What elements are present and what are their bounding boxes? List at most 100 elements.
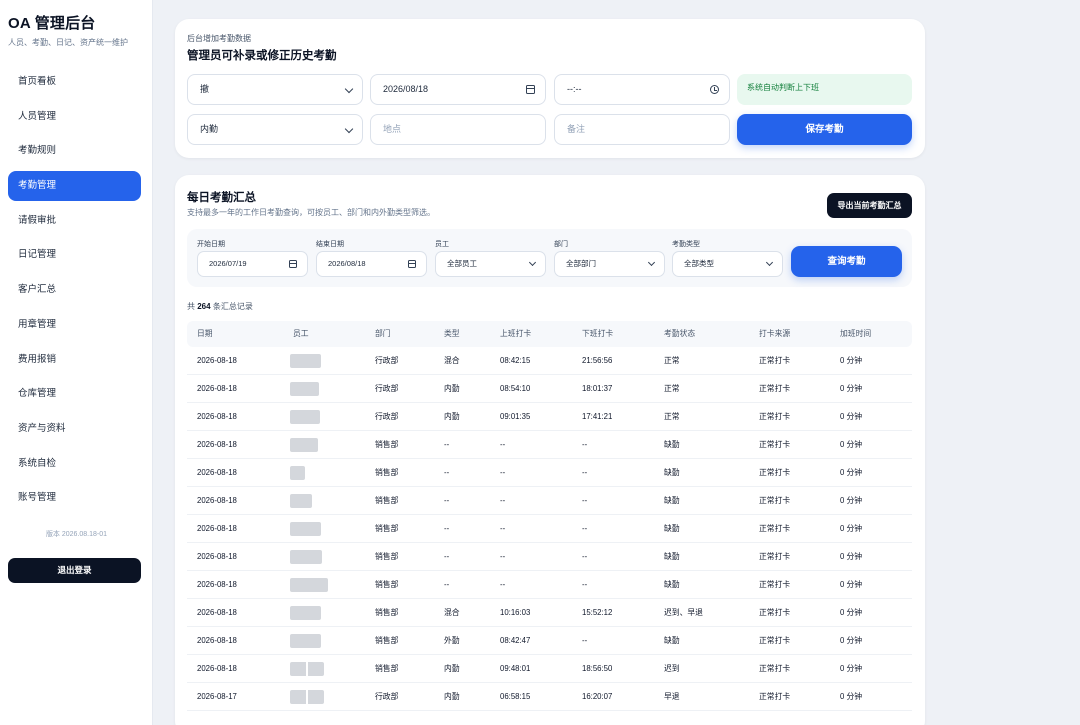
end-date-input[interactable]: 2026/08/18 (316, 251, 427, 277)
table-row[interactable]: 2026-08-18 销售部 内勤 09:48:01 18:56:50 迟到 正常打卡 0 分… (187, 655, 912, 683)
cell-ot: 0 分钟 (840, 496, 863, 505)
sidebar-item[interactable]: 账号管理 (8, 483, 141, 513)
sidebar-item[interactable]: 用章管理 (8, 310, 141, 340)
type-filter-select[interactable]: 全部类型 (672, 251, 783, 277)
table-row[interactable]: 2026-08-18 行政部 混合 08:42:15 21:56:56 正常 正常打卡 0 分… (187, 347, 912, 375)
location-input[interactable]: 地点 (370, 114, 546, 145)
table-row[interactable]: 2026-08-18 销售部 -- -- -- 缺勤 正常打卡 0 分钟 (187, 487, 912, 515)
cell-dept: 销售部 (375, 664, 399, 673)
cell-date: 2026-08-18 (197, 580, 237, 589)
cell-out: -- (582, 440, 588, 449)
record-type-select[interactable]: 撤 (187, 74, 363, 105)
cell-type: 外勤 (444, 636, 460, 645)
chevron-down-icon (647, 258, 656, 267)
table-row[interactable]: 2026-08-18 销售部 -- -- -- 缺勤 正常打卡 0 分钟 (187, 459, 912, 487)
filter-panel: 开始日期 2026/07/19 结束日期 2026/08/18 员工 全部员工 … (187, 229, 912, 287)
save-attendance-button[interactable]: 保存考勤 (737, 114, 912, 145)
table-row[interactable]: 2026-08-18 销售部 -- -- -- 缺勤 正常打卡 0 分钟 (187, 431, 912, 459)
sidebar-item[interactable]: 人员管理 (8, 102, 141, 132)
count-prefix: 共 (187, 302, 195, 311)
table-row[interactable]: 2026-08-18 销售部 混合 10:16:03 15:52:12 迟到、早退 正常打卡… (187, 599, 912, 627)
cell-ot: 0 分钟 (840, 524, 863, 533)
cell-ot: 0 分钟 (840, 580, 863, 589)
calendar-icon[interactable] (289, 260, 297, 268)
dept-filter-select[interactable]: 全部部门 (554, 251, 665, 277)
cell-date: 2026-08-18 (197, 664, 237, 673)
sidebar-item[interactable]: 客户汇总 (8, 275, 141, 305)
cell-in: 09:01:35 (500, 412, 531, 421)
sidebar-item[interactable]: 资产与资料 (8, 414, 141, 444)
sidebar-item[interactable]: 考勤管理 (8, 171, 141, 202)
cell-status: 正常 (664, 356, 680, 365)
sidebar-item[interactable]: 仓库管理 (8, 379, 141, 409)
record-time-input[interactable]: --:-- (554, 74, 730, 105)
brand-title: OA 管理后台 (8, 15, 96, 32)
sidebar-item[interactable]: 系统自检 (8, 449, 141, 479)
cell-dept: 销售部 (375, 552, 399, 561)
column-header: 考勤状态 (664, 329, 696, 338)
sidebar-item[interactable]: 考勤规则 (8, 136, 141, 166)
dept-filter-label: 部门 (554, 241, 568, 248)
cell-date: 2026-08-18 (197, 468, 237, 477)
cell-dept: 销售部 (375, 440, 399, 449)
calendar-icon[interactable] (526, 85, 535, 94)
cell-date: 2026-08-18 (197, 440, 237, 449)
cell-source: 正常打卡 (759, 608, 791, 617)
logout-button[interactable]: 退出登录 (8, 558, 141, 583)
record-date-input[interactable]: 2026/08/18 (370, 74, 546, 105)
table-row[interactable]: 2026-08-18 行政部 内勤 09:01:35 17:41:21 正常 正常打卡 0 分… (187, 403, 912, 431)
table-row[interactable]: 2026-08-18 行政部 内勤 08:54:10 18:01:37 正常 正常打卡 0 分… (187, 375, 912, 403)
employee-filter-label: 员工 (435, 241, 449, 248)
redacted-employee-name (290, 466, 305, 480)
column-header: 日期 (197, 329, 213, 338)
table-row[interactable]: 2026-08-18 销售部 -- -- -- 缺勤 正常打卡 0 分钟 (187, 515, 912, 543)
note-input[interactable]: 备注 (554, 114, 730, 145)
calendar-icon[interactable] (408, 260, 416, 268)
cell-dept: 销售部 (375, 580, 399, 589)
cell-status: 缺勤 (664, 440, 680, 449)
column-header: 类型 (444, 329, 460, 338)
table-row[interactable]: 2026-08-17 行政部 内勤 06:58:15 16:20:07 早退 正常打卡 0 分… (187, 683, 912, 711)
work-mode-select[interactable]: 内勤 (187, 114, 363, 145)
cell-status: 缺勤 (664, 468, 680, 477)
table-row[interactable]: 2026-08-18 销售部 -- -- -- 缺勤 正常打卡 0 分钟 (187, 543, 912, 571)
cell-source: 正常打卡 (759, 440, 791, 449)
sidebar-item[interactable]: 请假审批 (8, 206, 141, 236)
type-filter-value: 全部类型 (684, 259, 714, 268)
cell-status: 缺勤 (664, 524, 680, 533)
cell-ot: 0 分钟 (840, 608, 863, 617)
cell-dept: 行政部 (375, 356, 399, 365)
sidebar-item[interactable]: 费用报销 (8, 345, 141, 375)
attendance-table: 日期 员工 部门 类型 上班打卡 下班打卡 考勤状态 打卡来源 加班时间 2026-08-18 行… (187, 321, 912, 711)
export-summary-button[interactable]: 导出当前考勤汇总 (827, 193, 912, 218)
sidebar-item[interactable]: 日记管理 (8, 240, 141, 270)
work-mode-value: 内勤 (200, 124, 219, 134)
cell-date: 2026-08-18 (197, 608, 237, 617)
add-form-eyebrow: 后台增加考勤数据 (187, 34, 251, 43)
cell-status: 缺勤 (664, 552, 680, 561)
column-header: 打卡来源 (759, 329, 791, 338)
employee-filter-select[interactable]: 全部员工 (435, 251, 546, 277)
redacted-employee-name (290, 634, 321, 648)
table-row[interactable]: 2026-08-18 销售部 外勤 08:42:47 -- 缺勤 正常打卡 0 分钟 (187, 627, 912, 655)
start-date-input[interactable]: 2026/07/19 (197, 251, 308, 277)
summary-subtitle: 支持最多一年的工作日考勤查询，可按员工、部门和内外勤类型筛选。 (187, 208, 435, 217)
chevron-down-icon (344, 124, 354, 134)
daily-summary-card: 每日考勤汇总 支持最多一年的工作日考勤查询，可按员工、部门和内外勤类型筛选。 导… (175, 175, 925, 725)
query-attendance-button[interactable]: 查询考勤 (791, 246, 902, 277)
cell-dept: 行政部 (375, 412, 399, 421)
cell-date: 2026-08-18 (197, 412, 237, 421)
cell-out: -- (582, 468, 588, 477)
cell-out: 18:56:50 (582, 664, 613, 673)
version-label: 版本 2026.08.18-01 (45, 531, 108, 538)
sidebar-item[interactable]: 首页看板 (8, 67, 141, 97)
add-form-title: 管理员可补录或修正历史考勤 (187, 50, 337, 62)
clock-icon[interactable] (710, 85, 719, 94)
cell-ot: 0 分钟 (840, 356, 863, 365)
table-row[interactable]: 2026-08-18 销售部 -- -- -- 缺勤 正常打卡 0 分钟 (187, 571, 912, 599)
cell-dept: 行政部 (375, 692, 399, 701)
cell-in: 08:42:47 (500, 636, 531, 645)
record-time-value: --:-- (567, 84, 582, 94)
redacted-employee-name (290, 494, 312, 508)
cell-type: 混合 (444, 608, 460, 617)
